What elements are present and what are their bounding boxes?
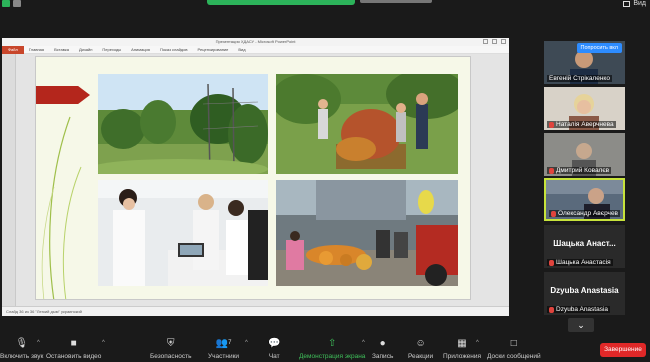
participants-options-caret-icon[interactable]: ^ <box>245 340 248 346</box>
photo-orchard-trellis <box>98 74 268 174</box>
photo-people-orchard <box>276 74 458 174</box>
ppt-tab-insert[interactable]: Вставка <box>49 47 74 52</box>
apps-icon: ▦ <box>457 337 467 349</box>
maximize-icon[interactable] <box>492 39 497 44</box>
participant-tile[interactable]: Попросить вкл Евгеній Стрікаленко <box>544 41 625 84</box>
ppt-tab-view[interactable]: Вид <box>233 47 250 52</box>
mic-muted-icon <box>549 121 554 128</box>
participants-button[interactable]: 👥 7 Участники <box>208 337 239 361</box>
minimize-icon[interactable] <box>483 39 488 44</box>
participant-name: Dzyuba Anastasia <box>547 306 611 313</box>
audio-options-caret-icon[interactable]: ^ <box>37 340 40 346</box>
participant-tile[interactable]: Dzyuba Anastasia Dzyuba Anastasia <box>544 272 625 315</box>
ppt-tab-slideshow[interactable]: Показ слайдов <box>155 47 193 52</box>
participant-name: Евгеній Стрікаленко <box>547 75 612 82</box>
view-label: Вид <box>633 0 646 7</box>
ppt-tab-animation[interactable]: Анимация <box>126 47 155 52</box>
view-menu[interactable]: Вид <box>623 0 646 7</box>
apps-options-caret-icon[interactable]: ^ <box>476 340 479 346</box>
close-icon[interactable] <box>501 39 506 44</box>
mic-muted-icon: 🎙 <box>15 337 29 349</box>
meeting-toolbar: 🎙 Включить звук ^ ■ Остановить видео ^ ⛨… <box>0 335 650 362</box>
photo-harvest-fair <box>276 180 458 286</box>
whiteboards-button[interactable]: □ Доски сообщений <box>487 337 541 361</box>
chevron-down-icon: ⌄ <box>577 320 585 330</box>
participant-name: Олександр Авєрчев <box>549 210 621 217</box>
chat-button[interactable]: 💬 Чат <box>268 337 281 361</box>
reactions-button[interactable]: ☺ Реакции <box>408 337 433 361</box>
record-button[interactable]: ● Запись <box>372 337 393 361</box>
whiteboard-icon: □ <box>510 337 517 349</box>
participant-display-name: Шацька Анаст... <box>553 239 616 248</box>
mic-muted-icon <box>549 259 554 266</box>
photo-laboratory <box>98 180 268 286</box>
stop-video-button[interactable]: ■ Остановить видео <box>46 337 101 361</box>
ppt-file-tab[interactable]: Файл <box>2 45 24 54</box>
participants-icon: 👥 7 <box>215 337 232 349</box>
ask-unmute-button[interactable]: Попросить вкл <box>576 43 622 53</box>
security-shield-icon[interactable] <box>13 0 21 7</box>
participant-name: Наталія Аверчнева <box>547 121 616 128</box>
sharing-banner[interactable] <box>207 0 355 5</box>
slide <box>35 56 471 300</box>
security-button[interactable]: ⛨ Безопасность <box>150 337 191 361</box>
participants-scroll-down-button[interactable]: ⌄ <box>568 318 594 332</box>
meeting-info-icon[interactable] <box>2 0 10 7</box>
video-options-caret-icon[interactable]: ^ <box>102 340 105 346</box>
ppt-tab-design[interactable]: Дизайн <box>74 47 97 52</box>
mic-muted-icon <box>549 306 554 313</box>
mic-muted-icon <box>551 210 556 217</box>
chat-icon: 💬 <box>268 337 281 349</box>
participant-tile[interactable]: Шацька Анаст... Шацька Анастасія <box>544 225 625 268</box>
ppt-titlebar: Презентация ХДАСУ - Microsoft PowerPoint <box>2 38 509 46</box>
share-options-caret-icon[interactable]: ^ <box>362 340 365 346</box>
participant-display-name: Dzyuba Anastasia <box>550 286 619 295</box>
mic-muted-icon <box>549 167 554 174</box>
share-screen-button[interactable]: ⇧ Демонстрация экрана <box>299 337 365 361</box>
shield-icon: ⛨ <box>166 337 175 349</box>
ppt-window-title: Презентация ХДАСУ - Microsoft PowerPoint <box>215 39 296 44</box>
ppt-ribbon: Файл Главная Вставка Дизайн Переходы Ани… <box>2 45 509 54</box>
video-camera-icon: ■ <box>70 337 77 349</box>
record-icon: ● <box>379 337 386 349</box>
ppt-tab-home[interactable]: Главная <box>24 47 49 52</box>
ppt-tab-transitions[interactable]: Переходы <box>97 47 126 52</box>
gallery-view-icon <box>623 0 631 7</box>
participant-name: Шацька Анастасія <box>547 259 613 266</box>
ppt-slide-panel[interactable] <box>2 54 16 306</box>
participant-tile-active-speaker[interactable]: Олександр Авєрчев <box>544 178 625 221</box>
sharing-banner-options[interactable] <box>360 0 432 3</box>
ppt-tab-review[interactable]: Рецензирование <box>193 47 234 52</box>
participant-name: Дмитрий Ковалєв <box>547 167 612 174</box>
end-meeting-button[interactable]: Завершение <box>600 343 646 357</box>
share-screen-icon: ⇧ <box>328 337 337 349</box>
participant-tile[interactable]: Наталія Аверчнева <box>544 87 625 130</box>
reactions-icon: ☺ <box>415 337 426 349</box>
ppt-statusbar: Слайд 36 из 36 "Легкий дым" украинский <box>2 306 509 316</box>
zoom-window: Вид Презентация ХДАСУ - Microsoft PowerP… <box>0 0 650 362</box>
participant-tile[interactable]: Дмитрий Ковалєв <box>544 133 625 176</box>
